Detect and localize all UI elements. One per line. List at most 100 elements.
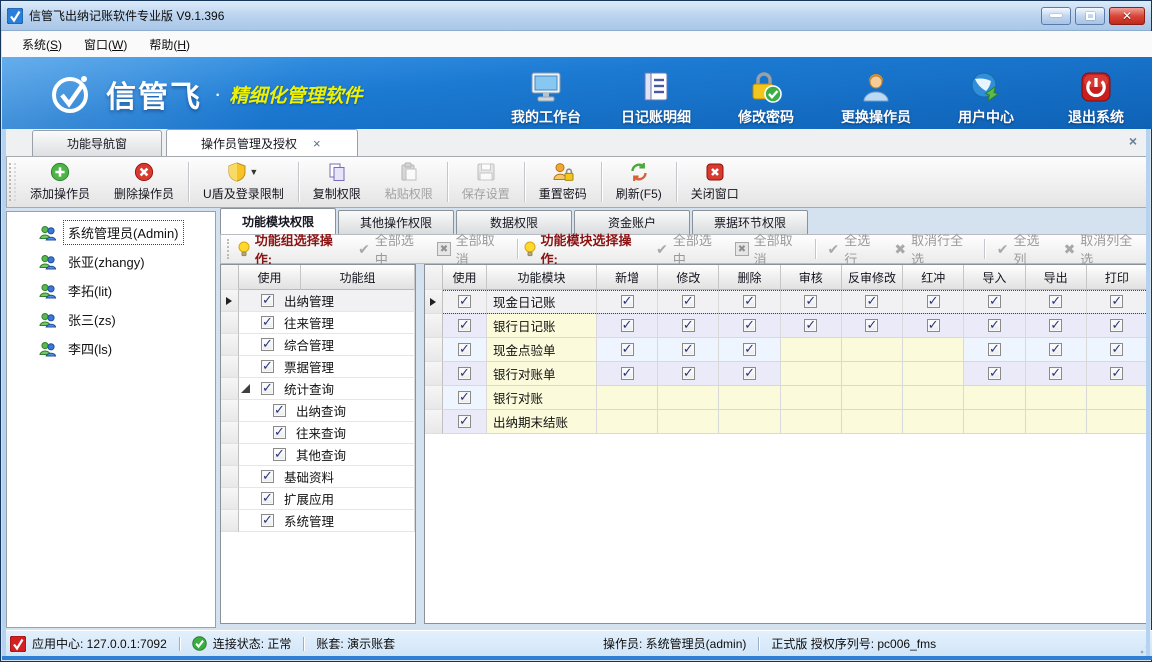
header-action-workbench-monitor[interactable]: 我的工作台: [504, 65, 588, 127]
column-header[interactable]: 新增: [597, 265, 658, 290]
group-table-row[interactable]: ✓票据管理: [221, 356, 415, 378]
row-header[interactable]: [425, 290, 443, 314]
checkbox[interactable]: ✓: [682, 319, 695, 332]
row-header[interactable]: [425, 386, 443, 410]
row-header[interactable]: [221, 312, 239, 334]
group-cancel-all-button[interactable]: ✖ 全部取消: [437, 230, 504, 268]
checkbox[interactable]: ✓: [988, 319, 1001, 332]
header-action-switch-operator-person[interactable]: 更换操作员: [834, 65, 918, 127]
module-table-row[interactable]: ✓银行对账单✓✓✓✓✓✓: [425, 362, 1148, 386]
module-cancel-all-button[interactable]: ✖ 全部取消: [735, 230, 802, 268]
module-table-row[interactable]: ✓现金日记账✓✓✓✓✓✓✓✓✓: [425, 290, 1148, 314]
column-header[interactable]: 红冲: [903, 265, 964, 290]
dropdown-arrow-icon[interactable]: ▼: [249, 167, 258, 177]
menu-item-3[interactable]: 帮助(H): [139, 33, 200, 56]
checkbox[interactable]: ✓: [804, 319, 817, 332]
tree-item-operator[interactable]: 李四(ls): [7, 334, 215, 363]
group-table-row[interactable]: ✓出纳查询: [221, 400, 415, 422]
group-table-row[interactable]: ✓其他查询: [221, 444, 415, 466]
column-header[interactable]: 功能模块: [487, 265, 597, 290]
close-button[interactable]: ✕: [1109, 7, 1145, 25]
group-table-row[interactable]: ✓出纳管理: [221, 290, 415, 312]
checkbox[interactable]: ✓: [621, 319, 634, 332]
group-table-row[interactable]: ✓基础资料: [221, 466, 415, 488]
checkbox[interactable]: ✓: [458, 295, 471, 308]
menu-item-1[interactable]: 系统(S): [12, 33, 72, 56]
expand-triangle-icon[interactable]: [241, 384, 250, 393]
group-table-row[interactable]: ✓系统管理: [221, 510, 415, 532]
checkbox[interactable]: ✓: [621, 343, 634, 356]
checkbox[interactable]: ✓: [682, 367, 695, 380]
checkbox[interactable]: ✓: [273, 448, 286, 461]
checkbox[interactable]: ✓: [682, 295, 695, 308]
column-header[interactable]: 功能组: [301, 265, 415, 290]
copy-permission-button[interactable]: 复制权限: [301, 157, 373, 207]
checkbox[interactable]: ✓: [458, 391, 471, 404]
cancel-rows-button[interactable]: ✖ 取消行全选: [894, 230, 971, 268]
column-header[interactable]: 导入: [964, 265, 1025, 290]
header-action-power-exit[interactable]: 退出系统: [1054, 65, 1138, 127]
row-header[interactable]: [221, 466, 239, 488]
checkbox[interactable]: ✓: [1110, 367, 1123, 380]
header-action-lock-check[interactable]: 修改密码: [724, 65, 808, 127]
row-header[interactable]: [221, 378, 239, 400]
group-table-row[interactable]: ✓往来查询: [221, 422, 415, 444]
tabstrip-close-icon[interactable]: ×: [1129, 133, 1137, 149]
row-header[interactable]: [425, 362, 443, 386]
checkbox[interactable]: ✓: [621, 367, 634, 380]
row-header[interactable]: [221, 488, 239, 510]
column-header[interactable]: 使用: [443, 265, 487, 290]
column-header[interactable]: 导出: [1026, 265, 1087, 290]
tab-operator-management[interactable]: 操作员管理及授权×: [166, 129, 358, 156]
module-table-row[interactable]: ✓银行对账: [425, 386, 1148, 410]
checkbox[interactable]: ✓: [865, 295, 878, 308]
checkbox[interactable]: ✓: [743, 343, 756, 356]
checkbox[interactable]: ✓: [682, 343, 695, 356]
checkbox[interactable]: ✓: [273, 404, 286, 417]
row-header[interactable]: [425, 338, 443, 362]
checkbox[interactable]: ✓: [458, 319, 471, 332]
minimize-button[interactable]: [1041, 7, 1071, 25]
row-header[interactable]: [425, 410, 443, 434]
tab-close-icon[interactable]: ×: [311, 136, 323, 151]
checkbox[interactable]: ✓: [458, 415, 471, 428]
checkbox[interactable]: ✓: [261, 316, 274, 329]
cancel-cols-button[interactable]: ✖ 取消列全选: [1064, 230, 1141, 268]
checkbox[interactable]: ✓: [621, 295, 634, 308]
checkbox[interactable]: ✓: [261, 294, 274, 307]
column-header[interactable]: 使用: [239, 265, 301, 290]
tree-item-operator[interactable]: 系统管理员(Admin): [7, 218, 215, 247]
checkbox[interactable]: ✓: [1049, 343, 1062, 356]
refresh-button[interactable]: 刷新(F5): [604, 157, 674, 207]
group-table-row[interactable]: ✓综合管理: [221, 334, 415, 356]
column-header[interactable]: 打印: [1087, 265, 1148, 290]
header-action-journal-detail[interactable]: 日记账明细: [614, 65, 698, 127]
permission-tab[interactable]: 功能模块权限: [220, 208, 336, 234]
checkbox[interactable]: ✓: [804, 295, 817, 308]
checkbox[interactable]: ✓: [261, 514, 274, 527]
tree-item-operator[interactable]: 张亚(zhangy): [7, 247, 215, 276]
checkbox[interactable]: ✓: [458, 367, 471, 380]
checkbox[interactable]: ✓: [261, 470, 274, 483]
group-table-row[interactable]: ✓往来管理: [221, 312, 415, 334]
row-header[interactable]: [221, 356, 239, 378]
row-header[interactable]: [221, 510, 239, 532]
checkbox[interactable]: ✓: [261, 338, 274, 351]
checkbox[interactable]: ✓: [273, 426, 286, 439]
checkbox[interactable]: ✓: [261, 382, 274, 395]
checkbox[interactable]: ✓: [1110, 295, 1123, 308]
row-header[interactable]: [221, 290, 239, 312]
select-rows-button[interactable]: ✔ 全选行: [828, 230, 881, 268]
checkbox[interactable]: ✓: [988, 367, 1001, 380]
tree-item-operator[interactable]: 李拓(lit): [7, 276, 215, 305]
checkbox[interactable]: ✓: [261, 360, 274, 373]
checkbox[interactable]: ✓: [927, 295, 940, 308]
checkbox[interactable]: ✓: [743, 295, 756, 308]
tab-navigator[interactable]: 功能导航窗: [32, 130, 162, 156]
module-table-row[interactable]: ✓现金点验单✓✓✓✓✓✓: [425, 338, 1148, 362]
row-header[interactable]: [221, 444, 239, 466]
checkbox[interactable]: ✓: [458, 343, 471, 356]
group-select-all-button[interactable]: ✔ 全部选中: [358, 230, 423, 268]
checkbox[interactable]: ✓: [1049, 295, 1062, 308]
toolbar-grip[interactable]: [9, 163, 16, 201]
